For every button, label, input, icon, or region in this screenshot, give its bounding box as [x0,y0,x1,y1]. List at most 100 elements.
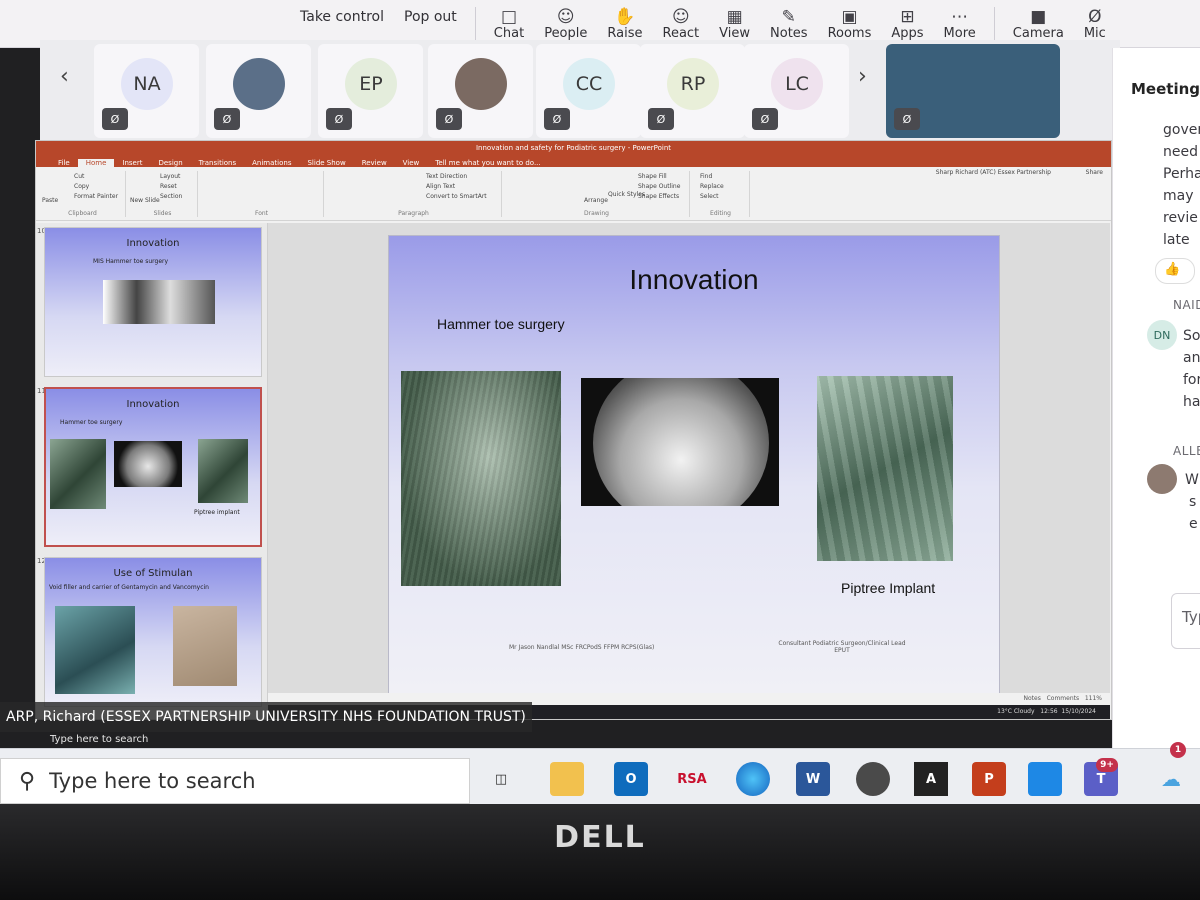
teams-badge: 9+ [1096,758,1118,772]
group-label: Font [254,210,269,217]
photos-icon[interactable] [1028,762,1062,796]
xray-image-implant[interactable] [817,376,953,561]
account-name: Sharp Richard (ATC) Essex Partnership [935,169,1051,176]
ppt-ribbon-tabs: File Home Insert Design Transitions Anim… [36,155,1111,167]
smiley-icon: ☺ [671,7,690,27]
participant-tile[interactable]: Ø [428,44,533,138]
cut-button[interactable]: Cut [74,173,84,180]
mic-off-icon: Ø [214,108,240,130]
new-slide-button[interactable]: New Slide [130,197,160,204]
zoom-level[interactable]: 111% [1085,695,1102,702]
align-text-button[interactable]: Align Text [426,183,455,190]
format-painter-button[interactable]: Format Painter [74,193,118,200]
participant-tile[interactable]: RP Ø [640,44,745,138]
select-button[interactable]: Select [700,193,719,200]
text-direction-button[interactable]: Text Direction [426,173,467,180]
chat-text: revie [1163,210,1198,226]
acrobat-icon[interactable]: A [914,762,948,796]
participant-tile[interactable]: CC Ø [536,44,641,138]
word-icon[interactable]: W [796,762,830,796]
chevron-left-icon[interactable]: ‹ [60,64,69,89]
mic-off-icon: Ø [544,108,570,130]
notes-toggle[interactable]: Notes [1024,695,1041,702]
tab-review[interactable]: Review [354,159,395,167]
participant-tile[interactable]: NA Ø [94,44,199,138]
replace-button[interactable]: Replace [700,183,724,190]
search-placeholder: Type here to search [49,769,256,793]
notes-icon: ✎ [781,7,796,27]
arrange-button[interactable]: Arrange [584,197,608,204]
thumbnail-subtitle: MIS Hammer toe surgery [93,258,169,265]
slide-thumbnail-selected[interactable]: Innovation Hammer toe surgery Piptree im… [44,387,262,547]
participant-strip: ‹ NA Ø Ø EP Ø Ø CC Ø RP Ø LC Ø › Ø [40,40,1120,140]
clock-date: 15/10/2024 [1061,708,1096,715]
ppt-ribbon: Paste Cut Copy Format Painter Clipboard … [36,167,1111,221]
chevron-right-icon[interactable]: › [858,64,867,89]
reset-button[interactable]: Reset [160,183,177,190]
shape-outline-button[interactable]: Shape Outline [638,183,680,190]
shape-effects-button[interactable]: Shape Effects [638,193,679,200]
xray-image-foot[interactable] [401,371,561,586]
avatar: NA [121,58,173,110]
presenter-name-tag: ARP, Richard (ESSEX PARTNERSHIP UNIVERSI… [0,702,532,732]
comments-toggle[interactable]: Comments [1047,695,1080,702]
more-icon: ⋯ [951,7,969,27]
edge-icon[interactable] [736,762,770,796]
slide-title[interactable]: Innovation [389,264,999,296]
copy-button[interactable]: Copy [74,183,89,190]
slide-thumbnail[interactable]: Innovation MIS Hammer toe surgery [44,227,262,377]
tab-animations[interactable]: Animations [244,159,299,167]
slide-thumbnail[interactable]: Use of Stimulan Void filler and carrier … [44,557,262,707]
chat-compose-input[interactable]: Typ [1171,593,1200,649]
slide-thumbnail-pane: 10 Innovation MIS Hammer toe surgery 11 … [36,223,268,707]
grid-icon: ▦ [726,7,743,27]
tab-transitions[interactable]: Transitions [191,159,245,167]
xray-image [198,439,248,503]
tab-view[interactable]: View [395,159,428,167]
tab-insert[interactable]: Insert [114,159,150,167]
mic-off-icon: Ø [326,108,352,130]
chat-text: ha [1183,394,1200,410]
participant-tile[interactable]: Ø [206,44,311,138]
find-button[interactable]: Find [700,173,712,180]
layout-button[interactable]: Layout [160,173,180,180]
presenter-video-tile[interactable]: Ø [886,44,1060,138]
rsa-icon[interactable]: RSA [672,762,712,796]
slide-subtitle[interactable]: Hammer toe surgery [437,316,565,332]
chat-icon: □ [500,7,518,27]
chat-text: late [1163,232,1190,248]
convert-smartart-button[interactable]: Convert to SmartArt [426,193,487,200]
powerpoint-icon[interactable]: P [972,762,1006,796]
current-slide[interactable]: Innovation Hammer toe surgery Piptree Im… [388,235,1000,695]
group-label: Paragraph [398,210,429,217]
thumbs-up-icon[interactable]: 👍 [1155,258,1195,284]
thumbnail-subtitle: Void filler and carrier of Gentamycin an… [49,584,209,591]
tab-design[interactable]: Design [150,159,190,167]
participant-tile[interactable]: LC Ø [744,44,849,138]
foot-photo [173,606,237,686]
tab-file[interactable]: File [50,159,78,167]
section-button[interactable]: Section [160,193,182,200]
slide-caption[interactable]: Piptree Implant [841,580,935,596]
chat-text: need [1163,144,1198,160]
editing-group: Find Replace Select Editing [692,171,750,217]
chat-text: Sor [1183,328,1200,344]
xray-image-wires[interactable] [581,378,779,506]
group-label: Clipboard [68,210,97,217]
tell-me-search[interactable]: Tell me what you want to do... [427,159,548,167]
thumbnail-title: Innovation [126,399,180,410]
drawing-group: Arrange Quick Styles Shape Fill Shape Ou… [504,171,690,217]
outlook-icon[interactable]: O [614,762,648,796]
participant-tile[interactable]: EP Ø [318,44,423,138]
shape-fill-button[interactable]: Shape Fill [638,173,667,180]
tab-home[interactable]: Home [77,159,115,167]
taskbar-search-input[interactable]: ⚲ Type here to search [0,758,470,804]
paste-button[interactable]: Paste [42,197,58,204]
app-circle-icon[interactable] [856,762,890,796]
file-explorer-icon[interactable] [550,762,584,796]
chat-text: W [1185,472,1199,488]
tab-slide-show[interactable]: Slide Show [299,159,353,167]
share-button[interactable]: Share [1086,169,1103,176]
task-view-icon[interactable]: ◫ [484,762,518,796]
weather-icon[interactable]: ☁ [1154,762,1188,796]
